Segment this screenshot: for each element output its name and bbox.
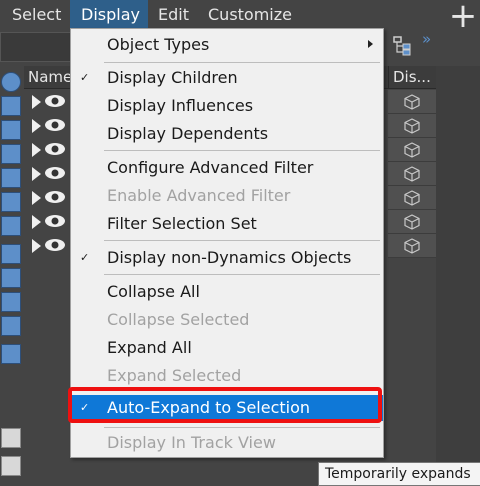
menu-separator [104,150,380,151]
expand-chevron-icon[interactable]: » [422,30,431,48]
expand-caret-icon[interactable] [32,167,41,181]
menu-item-label: Display In Track View [107,433,276,452]
menu-separator [104,427,380,428]
expand-caret-icon[interactable] [32,119,41,133]
hierarchy-icon[interactable] [393,36,413,56]
search-field[interactable] [0,32,72,62]
square-view-icon[interactable] [1,456,21,476]
menu-separator [104,240,380,241]
helper-filter-icon[interactable] [1,168,21,188]
column-header-display[interactable]: Dis... [388,66,436,88]
cube-icon [404,166,420,182]
display-cell[interactable] [388,138,436,162]
bone-filter-icon[interactable] [1,268,21,288]
menu-item-display-in-track-view[interactable]: Display In Track View [71,429,383,457]
menu-item-label: Collapse Selected [107,310,250,329]
menu-item-label: Display non-Dynamics Objects [107,248,352,267]
menu-item-collapse-selected[interactable]: Collapse Selected [71,306,383,334]
menu-item-display-children[interactable]: ✓ Display Children [71,64,383,92]
menu-edit[interactable]: Edit [150,0,198,30]
menu-customize[interactable]: Customize [200,0,300,30]
menu-item-label: Collapse All [107,282,200,301]
menu-item-label: Configure Advanced Filter [107,158,314,177]
cube-icon [404,238,420,254]
right-panel [436,66,480,466]
shape-filter-icon[interactable] [1,96,21,116]
menu-select[interactable]: Select [4,0,66,30]
cube-icon [404,190,420,206]
eye-icon[interactable] [44,142,66,156]
eye-icon[interactable] [44,190,66,204]
list-view-icon[interactable] [1,428,21,448]
group-filter-icon[interactable] [1,216,21,236]
expand-caret-icon[interactable] [32,239,41,253]
expand-caret-icon[interactable] [32,95,41,109]
expand-caret-icon[interactable] [32,143,41,157]
frozen-filter-icon[interactable] [1,316,21,336]
display-cell[interactable] [388,162,436,186]
xref-filter-icon[interactable] [1,244,21,264]
cube-icon [404,142,420,158]
menubar: Select Display Edit Customize + [0,0,480,33]
tooltip: Temporarily expands [318,462,480,486]
cube-icon [404,214,420,230]
menu-item-display-non-dynamics[interactable]: ✓ Display non-Dynamics Objects [71,244,383,272]
sphere-filter-icon[interactable] [1,72,21,92]
eye-icon[interactable] [44,238,66,252]
menu-item-expand-selected[interactable]: Expand Selected [71,362,383,390]
spacewarp-filter-icon[interactable] [1,192,21,212]
menu-separator [104,62,380,63]
eye-icon[interactable] [44,118,66,132]
display-cell[interactable] [388,186,436,210]
checkmark-icon: ✓ [80,71,90,84]
camera-filter-icon[interactable] [1,144,21,164]
display-menu: Object Types ✓ Display Children Display … [70,28,384,458]
display-cell[interactable] [388,90,436,114]
display-cell[interactable] [388,210,436,234]
menu-item-object-types[interactable]: Object Types [71,31,383,59]
menu-item-filter-selection-set[interactable]: Filter Selection Set [71,210,383,238]
eye-icon[interactable] [44,214,66,228]
display-cell[interactable] [388,234,436,258]
add-icon[interactable]: + [446,0,480,33]
menu-item-label: Display Dependents [107,124,269,143]
menu-item-label: Object Types [107,35,210,54]
cube-icon [404,94,420,110]
checkmark-icon: ✓ [80,401,90,414]
eye-icon[interactable] [44,94,66,108]
menu-item-enable-advanced-filter[interactable]: Enable Advanced Filter [71,182,383,210]
expand-caret-icon[interactable] [32,191,41,205]
menu-item-label: Expand Selected [107,366,242,385]
menu-item-label: Display Influences [107,96,254,115]
eye-icon[interactable] [44,166,66,180]
cube-icon [404,118,420,134]
menu-item-configure-advanced-filter[interactable]: Configure Advanced Filter [71,154,383,182]
expand-caret-icon[interactable] [32,215,41,229]
submenu-arrow-icon [368,40,373,48]
column-header-name[interactable]: Name [28,66,72,88]
menu-item-auto-expand-to-selection[interactable]: ✓ Auto-Expand to Selection [71,395,383,421]
checkmark-icon: ✓ [80,251,90,264]
menu-item-label: Auto-Expand to Selection [107,398,311,417]
menu-item-label: Expand All [107,338,192,357]
menu-item-display-dependents[interactable]: Display Dependents [71,120,383,148]
menu-item-label: Filter Selection Set [107,214,257,233]
menu-item-label: Enable Advanced Filter [107,186,291,205]
display-cell[interactable] [388,114,436,138]
menu-item-expand-all[interactable]: Expand All [71,334,383,362]
hidden-filter-icon[interactable] [1,344,21,364]
menu-item-display-influences[interactable]: Display Influences [71,92,383,120]
menu-item-label: Display Children [107,68,238,87]
light-filter-icon[interactable] [1,120,21,140]
filter-icon-strip [0,66,24,480]
menu-separator [104,274,380,275]
menu-item-collapse-all[interactable]: Collapse All [71,278,383,306]
container-filter-icon[interactable] [1,292,21,312]
menu-display[interactable]: Display [70,0,148,30]
